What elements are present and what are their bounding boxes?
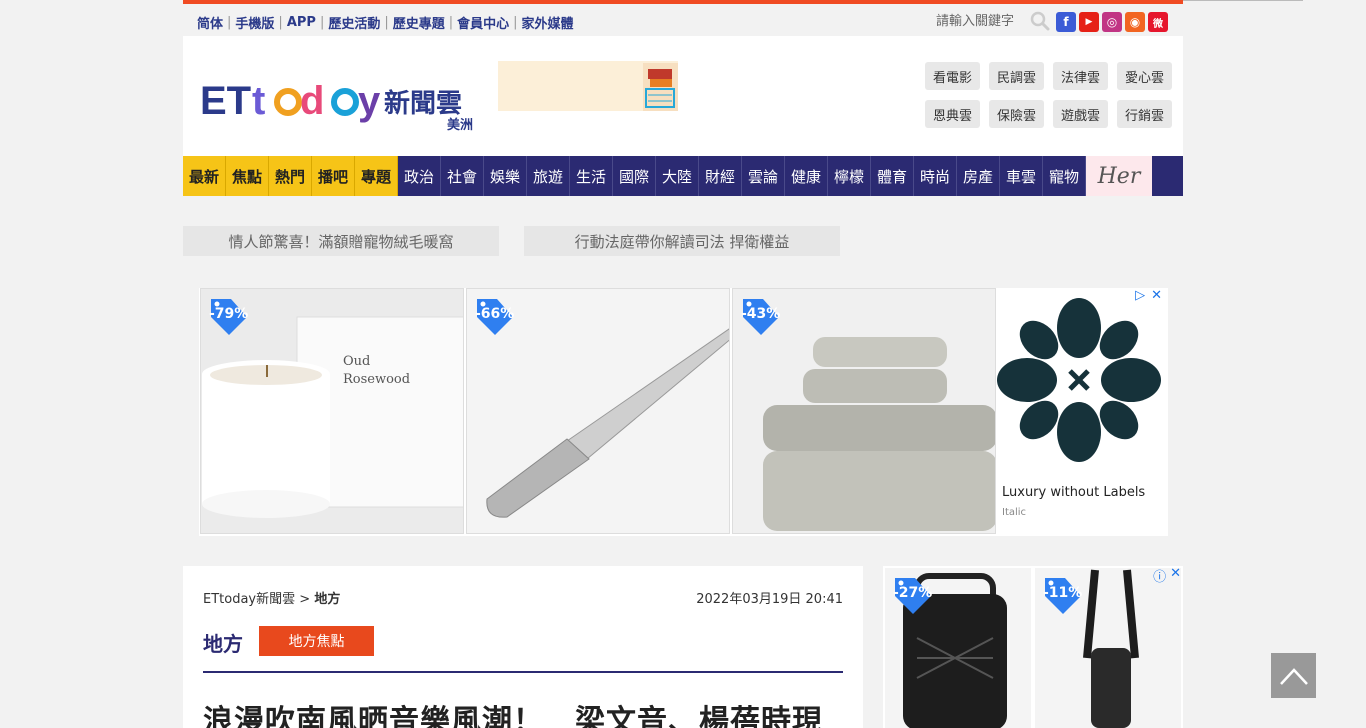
- top-accent-line: [1183, 0, 1303, 1]
- ad-controls: ▷ ✕: [1135, 288, 1162, 303]
- nav-item-sports[interactable]: 體育: [871, 156, 914, 196]
- header-banner-ad[interactable]: [498, 61, 678, 111]
- link-member-center[interactable]: 會員中心: [457, 13, 509, 32]
- side-ad-controls: ⓘ ✕: [1153, 566, 1181, 585]
- ad-brand-panel[interactable]: Luxury without Labels Italic ▷ ✕: [996, 288, 1168, 536]
- link-history-topics[interactable]: 歷史專題: [393, 13, 445, 32]
- nav-item-topics[interactable]: 專題: [355, 156, 398, 196]
- nav-item-latest[interactable]: 最新: [183, 156, 226, 196]
- cloud-movie-button[interactable]: 看電影: [925, 62, 980, 90]
- chevron-up-icon: [1279, 667, 1308, 685]
- svg-text:t: t: [252, 79, 265, 123]
- cloud-poll-button[interactable]: 民調雲: [989, 62, 1044, 90]
- search-box: [936, 11, 1050, 31]
- nav-item-property[interactable]: 房產: [957, 156, 1000, 196]
- section-title: 地方: [203, 632, 243, 656]
- discount-label: -27%: [893, 585, 933, 601]
- top-links: 简体 | 手機版 | APP | 歷史活動 | 歷史專題 | 會員中心 | 家外媒體: [197, 13, 574, 32]
- article-date: 2022年03月19日 20:41: [696, 592, 843, 607]
- nav-item-society[interactable]: 社會: [441, 156, 484, 196]
- ettoday-logo[interactable]: ET t d y 新聞雲: [200, 66, 475, 126]
- ad-brand-title: Luxury without Labels: [1002, 485, 1146, 500]
- promo-link-court[interactable]: 行動法庭帶你解讀司法 捍衛權益: [524, 226, 840, 256]
- discount-label: -43%: [741, 306, 781, 322]
- nav-item-fashion[interactable]: 時尚: [914, 156, 957, 196]
- breadcrumb-separator: >: [299, 592, 311, 607]
- nav-item-health[interactable]: 健康: [785, 156, 828, 196]
- breadcrumb-home[interactable]: ETtoday新聞雲: [203, 592, 295, 607]
- cloud-shortcuts: 看電影 民調雲 法律雲 愛心雲 恩典雲 保險雲 遊戲雲 行銷雲: [925, 62, 1172, 128]
- cloud-law-button[interactable]: 法律雲: [1053, 62, 1108, 90]
- nav-item-life[interactable]: 生活: [570, 156, 613, 196]
- nav-item-international[interactable]: 國際: [613, 156, 656, 196]
- shopping-basket-icon: [643, 63, 678, 111]
- article-panel: ETtoday新聞雲 > 地方 2022年03月19日 20:41 地方 地方焦…: [183, 566, 863, 728]
- ad-product-sheets[interactable]: -43%: [732, 288, 996, 534]
- cloud-game-button[interactable]: 遊戲雲: [1053, 100, 1108, 128]
- candle-label-1: Oud: [343, 354, 370, 369]
- link-ooh-media[interactable]: 家外媒體: [522, 13, 574, 32]
- info-icon[interactable]: ⓘ: [1153, 566, 1166, 585]
- article-headline: 浪漫吹南風晒音樂風潮！ 梁文音、楊蓓時現: [203, 704, 823, 728]
- ad-product-candle[interactable]: Oud Rosewood -79%: [200, 288, 464, 534]
- nav-item-travel[interactable]: 旅遊: [527, 156, 570, 196]
- link-app[interactable]: APP: [287, 15, 316, 30]
- section-divider: [203, 671, 843, 673]
- nav-item-her[interactable]: Her: [1086, 156, 1152, 196]
- ad-product-bottle-sling[interactable]: -11%: [1035, 568, 1181, 728]
- adchoices-icon[interactable]: ▷: [1135, 288, 1145, 303]
- back-to-top-button[interactable]: [1271, 653, 1316, 698]
- ad-product-knife[interactable]: -66%: [466, 288, 730, 534]
- breadcrumb: ETtoday新聞雲 > 地方: [203, 588, 340, 607]
- italic-brand-logo: [997, 298, 1161, 462]
- nav-item-finance[interactable]: 財經: [699, 156, 742, 196]
- ad-brand-name: Italic: [1002, 507, 1027, 518]
- nav-item-hot[interactable]: 熱門: [269, 156, 312, 196]
- main-nav: 最新 焦點 熱門 播吧 專題 政治 社會 娛樂 旅遊 生活 國際 大陸 財經 雲…: [183, 156, 1183, 196]
- svg-text:ET: ET: [200, 79, 251, 123]
- sidebar-ad: -27% -11% ⓘ ✕: [883, 566, 1183, 728]
- search-icon[interactable]: [1030, 11, 1050, 31]
- nav-item-lemon[interactable]: 檸檬: [828, 156, 871, 196]
- nav-item-politics[interactable]: 政治: [398, 156, 441, 196]
- link-simplified[interactable]: 简体: [197, 13, 223, 32]
- breadcrumb-current[interactable]: 地方: [314, 592, 340, 607]
- cloud-insurance-button[interactable]: 保險雲: [989, 100, 1044, 128]
- social-links: f ▶ ◎ ◉ 微: [1056, 12, 1168, 32]
- link-mobile[interactable]: 手機版: [235, 13, 274, 32]
- cloud-grace-button[interactable]: 恩典雲: [925, 100, 980, 128]
- nav-item-pets[interactable]: 寵物: [1043, 156, 1086, 196]
- nav-item-broadcast[interactable]: 播吧: [312, 156, 355, 196]
- cloud-marketing-button[interactable]: 行銷雲: [1117, 100, 1172, 128]
- nav-item-cars[interactable]: 車雲: [1000, 156, 1043, 196]
- ad-product-cooler-bag[interactable]: -27%: [885, 568, 1031, 728]
- nav-item-focus[interactable]: 焦點: [226, 156, 269, 196]
- candle-label-2: Rosewood: [343, 372, 410, 387]
- search-input[interactable]: [936, 11, 1026, 31]
- svg-text:d: d: [300, 79, 324, 123]
- svg-text:y: y: [358, 79, 381, 123]
- facebook-icon[interactable]: f: [1056, 12, 1076, 32]
- promo-link-pets[interactable]: 情人節驚喜！滿額贈寵物絨毛暖窩: [183, 226, 499, 256]
- nav-item-china[interactable]: 大陸: [656, 156, 699, 196]
- top-utility-bar: 简体| 手機版| APP| 歷史活動| 歷史專題| 會員中心| 家外媒體 f ▶…: [183, 4, 1183, 36]
- rss-icon[interactable]: ◉: [1125, 12, 1145, 32]
- cloud-charity-button[interactable]: 愛心雲: [1117, 62, 1172, 90]
- product-ad-banner: Oud Rosewood -79% -66% -43% Luxury witho…: [199, 288, 1168, 536]
- instagram-icon[interactable]: ◎: [1102, 12, 1122, 32]
- site-header: ET t d y 新聞雲 美洲 看電影 民調雲 法律雲 愛心雲 恩典雲 保險雲 …: [183, 36, 1183, 156]
- weibo-icon[interactable]: 微: [1148, 12, 1168, 32]
- close-icon[interactable]: ✕: [1170, 566, 1181, 585]
- discount-label: -11%: [1043, 585, 1083, 601]
- youtube-icon[interactable]: ▶: [1079, 12, 1099, 32]
- discount-label: -66%: [475, 306, 515, 322]
- link-history-events[interactable]: 歷史活動: [328, 13, 380, 32]
- nav-item-opinion[interactable]: 雲論: [742, 156, 785, 196]
- discount-label: -79%: [209, 306, 249, 322]
- edition-label: 美洲: [447, 118, 474, 133]
- close-icon[interactable]: ✕: [1151, 288, 1162, 303]
- section-tag-button[interactable]: 地方焦點: [259, 626, 374, 656]
- nav-item-entertainment[interactable]: 娛樂: [484, 156, 527, 196]
